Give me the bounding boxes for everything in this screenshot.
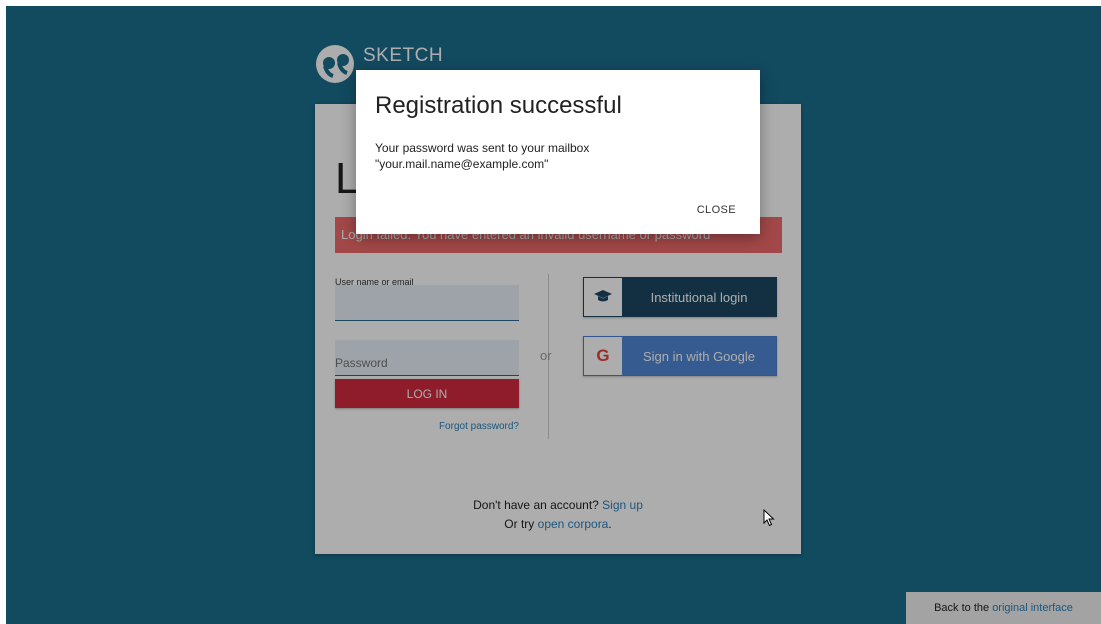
registration-dialog: Registration successful Your password wa… xyxy=(356,70,760,234)
page-background: SKETCH L Login failed: You have entered … xyxy=(6,6,1101,624)
mouse-pointer-icon xyxy=(763,509,775,527)
dialog-email: "your.mail.name@example.com" xyxy=(375,157,549,171)
dialog-title: Registration successful xyxy=(375,92,622,119)
dialog-message: Your password was sent to your mailbox "… xyxy=(375,140,589,172)
close-button[interactable]: CLOSE xyxy=(697,204,736,216)
dialog-message-line: Your password was sent to your mailbox xyxy=(375,141,590,155)
